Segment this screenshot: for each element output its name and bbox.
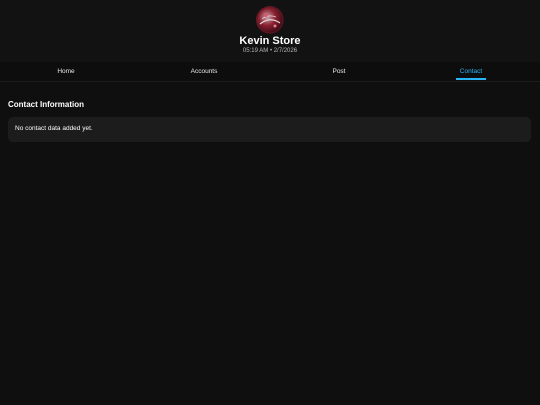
contact-card: No contact data added yet. xyxy=(8,117,531,142)
tab-post[interactable]: Post xyxy=(328,68,350,75)
profile-header: Kevin Store 05:19 AM • 2/7/2026 xyxy=(0,0,540,62)
avatar[interactable] xyxy=(256,6,284,34)
store-logo-icon xyxy=(256,6,284,34)
store-timestamp: 05:19 AM • 2/7/2026 xyxy=(242,48,298,54)
tab-bar: Home Accounts Post Contact xyxy=(0,62,540,82)
store-name: Kevin Store xyxy=(239,35,301,47)
tab-home[interactable]: Home xyxy=(52,68,80,75)
tab-contact[interactable]: Contact xyxy=(456,68,486,75)
active-tab-indicator xyxy=(456,78,486,80)
tab-accounts[interactable]: Accounts xyxy=(186,68,222,75)
section-title: Contact Information xyxy=(8,100,84,109)
empty-state-message: No contact data added yet. xyxy=(15,125,93,132)
